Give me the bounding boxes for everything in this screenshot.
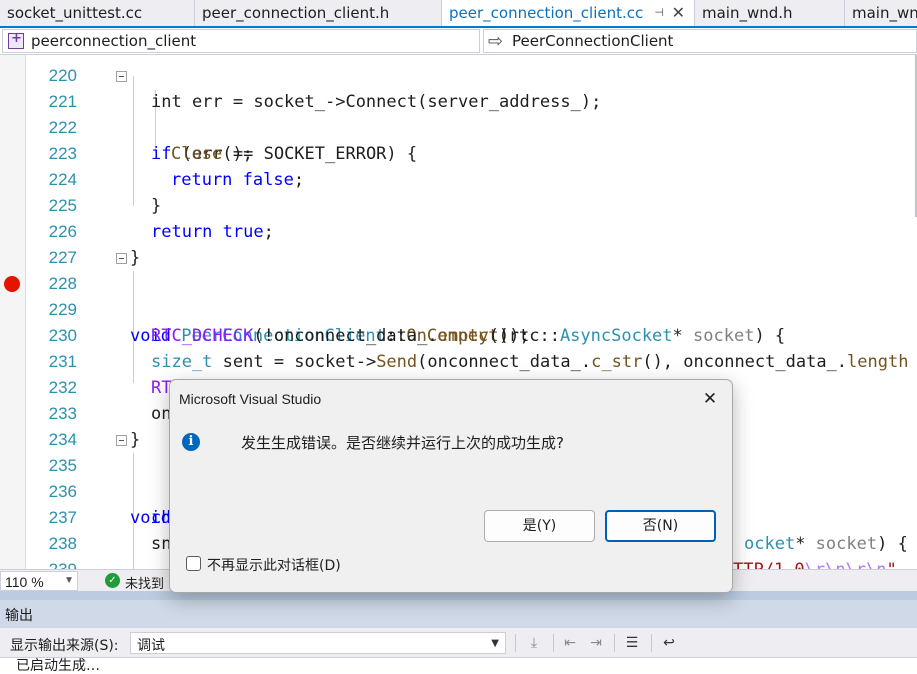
tab-socket-unittest[interactable]: socket_unittest.cc — [0, 0, 195, 26]
yes-button[interactable]: 是(Y) — [484, 510, 595, 542]
tab-main-wnd[interactable]: main_wnd — [845, 0, 917, 26]
output-source-value: 调试 — [137, 638, 165, 654]
toolbar-separator — [553, 634, 554, 652]
chevron-down-icon: ▼ — [64, 575, 74, 586]
dont-show-again-label[interactable]: 不再显示此对话框(D) — [207, 555, 341, 575]
collapse-icon[interactable] — [116, 435, 127, 446]
toolbar-separator — [614, 634, 615, 652]
output-panel-header: 输出 — [0, 600, 917, 628]
code-line: 221 if (err == SOCKET_ERROR) { — [0, 63, 917, 164]
navigation-bar: peerconnection_client ⇨ PeerConnectionCl… — [0, 28, 917, 55]
code-line: 220 int err = socket_->Connect(server_ad… — [0, 55, 917, 112]
dialog-title: Microsoft Visual Studio — [179, 391, 322, 407]
toolbar-separator — [515, 634, 516, 652]
tab-label: peer_connection_client.h — [202, 4, 390, 22]
go-to-location-icon[interactable]: ⤓ — [523, 632, 545, 654]
output-panel-title: 输出 — [5, 608, 33, 624]
code-line: 231 RTC_DCHECK(sent == onconnect_data_.l… — [0, 323, 917, 398]
previous-message-icon[interactable]: ⇤ — [559, 632, 581, 654]
next-message-icon[interactable]: ⇥ — [585, 632, 607, 654]
document-tab-strip: socket_unittest.cc peer_connection_clien… — [0, 0, 917, 28]
code-line: 227 — [0, 219, 917, 267]
output-source-label: 显示输出来源(S): — [10, 638, 119, 654]
zoom-dropdown[interactable]: 110 % ▼ — [0, 571, 78, 591]
scope-name: PeerConnectionClient — [512, 32, 674, 50]
navigate-arrow-icon: ⇨ — [488, 31, 504, 52]
collapse-icon[interactable] — [116, 253, 127, 264]
output-content[interactable]: 已启动生成… — [0, 658, 917, 674]
scope-dropdown[interactable]: ⇨ PeerConnectionClient — [483, 29, 917, 53]
close-icon[interactable]: ✕ — [697, 386, 723, 412]
pin-icon[interactable]: ⊣ — [654, 6, 664, 19]
code-line: 229 RTC_DCHECK(!onconnect_data_.empty())… — [0, 271, 917, 346]
dialog-message: 发生生成错误。是否继续并运行上次的成功生成? — [241, 434, 564, 452]
code-line: 228 void PeerConnectionClient::OnConnect… — [0, 245, 917, 346]
chevron-down-icon: ▼ — [491, 638, 499, 649]
close-icon[interactable]: ✕ — [672, 3, 685, 22]
word-wrap-icon[interactable]: ↩ — [658, 632, 680, 654]
code-line: 226 } — [0, 193, 917, 268]
project-name: peerconnection_client — [31, 32, 197, 50]
output-source-dropdown[interactable]: 调试 ▼ — [130, 632, 506, 654]
code-line: 222 Close(); — [0, 89, 917, 164]
message-dialog: Microsoft Visual Studio ✕ i 发生生成错误。是否继续并… — [169, 379, 733, 593]
dont-show-again-checkbox[interactable] — [186, 556, 201, 571]
code-line: 224 } — [0, 141, 917, 216]
collapse-icon[interactable] — [116, 71, 127, 82]
tab-label: socket_unittest.cc — [7, 4, 143, 22]
check-circle-icon: ✓ — [105, 573, 120, 588]
project-icon — [8, 31, 24, 49]
code-line: 232 onconnect_data_.clear(); — [0, 349, 917, 424]
no-button[interactable]: 否(N) — [605, 510, 716, 542]
code-line: 230 size_t sent = socket->Send(onconnect… — [0, 297, 917, 372]
tab-label: peer_connection_client.cc — [449, 4, 644, 22]
code-line: 223 return false; — [0, 115, 917, 190]
toolbar-separator — [651, 634, 652, 652]
project-dropdown[interactable]: peerconnection_client — [2, 29, 480, 53]
tab-peer-connection-client-cc[interactable]: peer_connection_client.cc ⊣ ✕ — [442, 0, 695, 26]
tab-label: main_wnd.h — [702, 4, 793, 22]
code-line: 225 return true; — [0, 167, 917, 242]
tab-peer-connection-client-h[interactable]: peer_connection_client.h — [195, 0, 442, 26]
output-text: 已启动生成… — [16, 658, 100, 674]
tab-main-wnd-h[interactable]: main_wnd.h — [695, 0, 845, 26]
zoom-level: 110 % — [5, 574, 44, 590]
clear-all-icon[interactable]: ☰ — [621, 632, 643, 654]
output-toolbar: 显示输出来源(S): 调试 ▼ ⤓ ⇤ ⇥ ☰ ↩ — [0, 628, 917, 658]
issues-status-text[interactable]: 未找到 — [125, 573, 164, 592]
tab-label: main_wnd — [852, 4, 917, 22]
info-icon: i — [182, 433, 200, 451]
